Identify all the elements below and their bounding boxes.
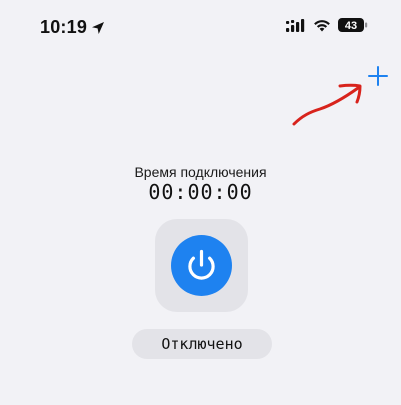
connection-status-badge: Отключено	[132, 329, 272, 359]
plus-icon[interactable]	[368, 66, 388, 86]
status-time: 10:19	[40, 17, 88, 37]
cellular-signal-icon	[286, 18, 305, 32]
wifi-icon	[314, 19, 330, 31]
status-bar: 10:19 43	[0, 0, 401, 56]
annotation-arrow	[292, 83, 362, 126]
add-button[interactable]	[366, 64, 390, 88]
battery-icon: 43	[338, 18, 368, 32]
connection-timer: 00:00:00	[148, 180, 253, 204]
location-arrow-icon	[92, 21, 105, 34]
power-icon[interactable]	[171, 235, 232, 296]
connection-time-label: Время подключения	[134, 164, 267, 180]
power-button[interactable]	[155, 219, 248, 312]
status-icons: 43	[286, 18, 368, 32]
battery-level: 43	[345, 20, 357, 32]
status-time-group: 10:19	[40, 17, 105, 38]
power-button-circle[interactable]	[171, 235, 232, 296]
